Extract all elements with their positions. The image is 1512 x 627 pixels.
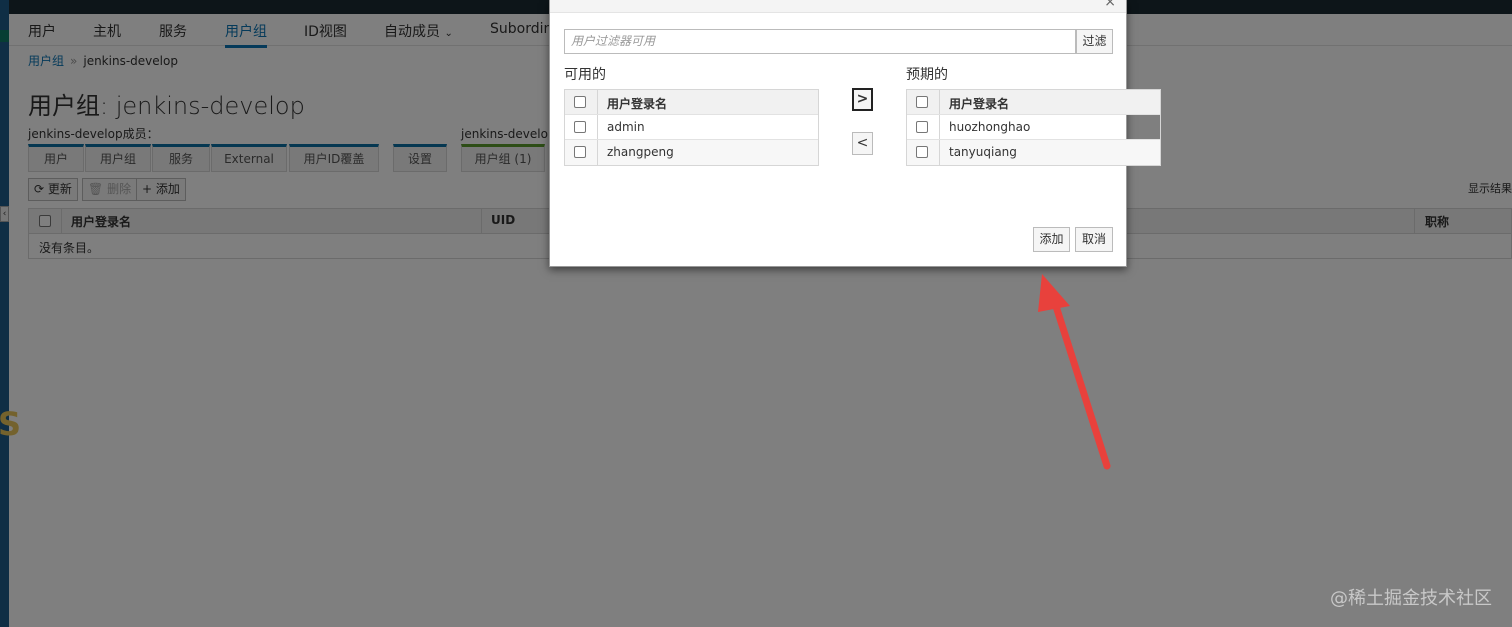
annotation-arrow-icon [1038,274,1111,470]
annotation-arrow-head [1038,274,1070,312]
watermark: @稀土掘金技术社区 [1330,588,1492,609]
annotation-arrow-shaft [1050,296,1111,470]
